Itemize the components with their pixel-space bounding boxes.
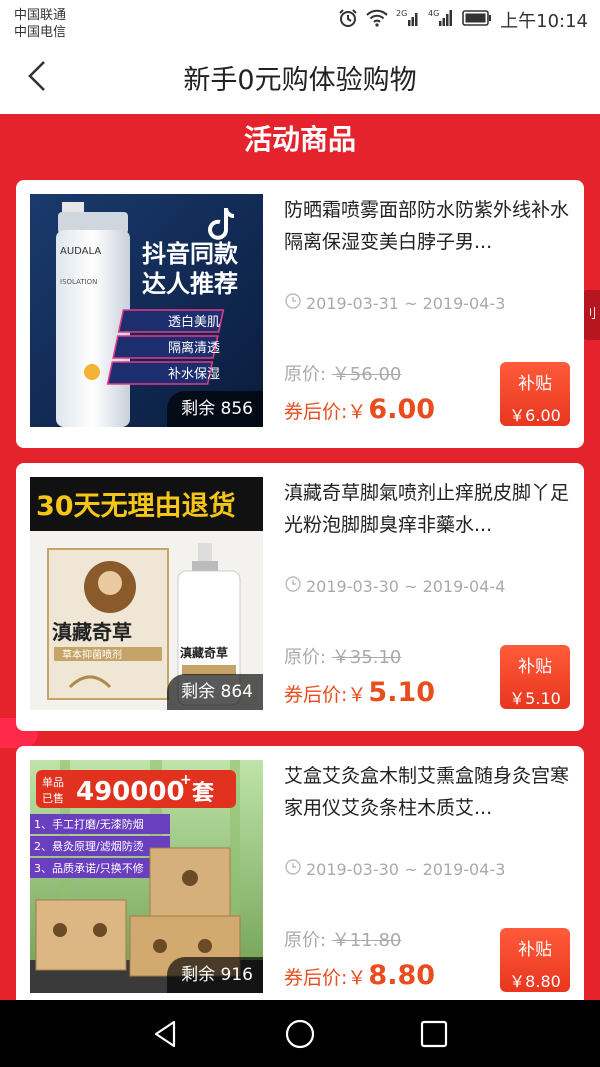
svg-text:达人推荐: 达人推荐 <box>142 270 238 298</box>
product-card-1[interactable]: AUDALA ISOLATION 抖音同款 达人推荐 透白美肌 隔离清透 补水保… <box>16 180 584 448</box>
svg-text:抖音同款: 抖音同款 <box>142 240 239 268</box>
svg-text:1、手工打磨/无漆防烟: 1、手工打磨/无漆防烟 <box>34 817 144 831</box>
svg-text:套: 套 <box>192 780 214 806</box>
date-range: 2019-03-30 ~ 2019-04-4 <box>306 576 506 596</box>
product-name[interactable]: 滇藏奇草脚氣喷剂止痒脱皮脚丫足光粉泡脚脚臭痒非藥水... <box>284 477 574 541</box>
signal-2g-icon: 2G <box>396 8 420 32</box>
stock-remaining: 剩余 916 <box>167 957 263 993</box>
alarm-icon <box>338 8 358 32</box>
product-name[interactable]: 防晒霜喷雾面部防水防紫外线补水隔离保湿变美白脖子男... <box>284 194 574 258</box>
carrier-2: 中国电信 <box>14 25 67 40</box>
battery-icon <box>462 10 492 30</box>
svg-text:3、品质承诺/只换不修: 3、品质承诺/只换不修 <box>34 861 144 875</box>
svg-text:草本抑菌喷剂: 草本抑菌喷剂 <box>62 648 122 661</box>
coupon-price: 券后价: ￥ 8.80 <box>284 960 436 991</box>
product-image-1[interactable]: AUDALA ISOLATION 抖音同款 达人推荐 透白美肌 隔离清透 补水保… <box>30 194 263 427</box>
wifi-icon <box>366 9 388 31</box>
clock-icon <box>284 858 302 880</box>
promo-date: 2019-03-31 ~ 2019-04-3 <box>284 292 505 314</box>
clock-icon <box>284 292 302 314</box>
signal-4g-icon: 4G <box>428 8 454 32</box>
status-time: 上午10:14 <box>500 11 588 32</box>
coupon-price: 券后价: ￥ 5.10 <box>284 677 436 708</box>
svg-text:透白美肌: 透白美肌 <box>168 314 220 330</box>
product-image-3[interactable]: 单品 已售 490000 + 套 1、手工打磨/无漆防烟 2、悬灸原理/滤烟防烫… <box>30 760 263 993</box>
status-icons: 2G 4G 上午10:14 <box>338 8 588 32</box>
promo-date: 2019-03-30 ~ 2019-04-4 <box>284 575 505 597</box>
coupon-price: 券后价: ￥ 6.00 <box>284 394 436 425</box>
section-title: 活动商品 <box>243 123 356 156</box>
svg-text:AUDALA: AUDALA <box>60 246 101 257</box>
home-circle-icon[interactable] <box>284 1018 316 1050</box>
svg-text:单品: 单品 <box>42 776 64 789</box>
date-range: 2019-03-30 ~ 2019-04-3 <box>306 859 506 879</box>
back-triangle-icon[interactable] <box>150 1018 182 1050</box>
svg-text:滇藏奇草: 滇藏奇草 <box>180 645 228 660</box>
svg-text:+: + <box>180 772 192 788</box>
svg-text:隔离清透: 隔离清透 <box>168 340 220 356</box>
svg-text:已售: 已售 <box>42 791 64 805</box>
svg-text:2G: 2G <box>396 9 407 18</box>
date-range: 2019-03-31 ~ 2019-04-3 <box>306 293 506 313</box>
svg-text:补水保湿: 补水保湿 <box>168 367 220 382</box>
subsidy-button[interactable]: 补贴 ￥6.00 <box>500 362 570 426</box>
svg-text:30天无理由退货: 30天无理由退货 <box>36 490 236 522</box>
system-nav-bar <box>0 1000 600 1067</box>
original-price: 原价: ￥56.00 <box>284 364 402 385</box>
promo-date: 2019-03-30 ~ 2019-04-3 <box>284 858 505 880</box>
product-name[interactable]: 艾盒艾灸盒木制艾熏盒随身灸宫寒家用仪艾灸条柱木质艾... <box>284 760 574 824</box>
product-image-2[interactable]: 30天无理由退货 滇藏奇草 草本抑菌喷剂 滇藏奇草 剩余 864 <box>30 477 263 710</box>
subsidy-button[interactable]: 补贴 ￥5.10 <box>500 645 570 709</box>
app-header: 新手0元购体验购物 <box>0 40 600 114</box>
svg-text:2、悬灸原理/滤烟防烫: 2、悬灸原理/滤烟防烫 <box>34 839 144 853</box>
original-price: 原价: ￥11.80 <box>284 930 402 951</box>
svg-text:4G: 4G <box>428 9 439 18</box>
svg-text:490000: 490000 <box>76 777 185 807</box>
product-card-2[interactable]: 30天无理由退货 滇藏奇草 草本抑菌喷剂 滇藏奇草 剩余 864 滇藏奇草脚氣喷… <box>16 463 584 731</box>
status-bar: 中国联通 中国电信 2G 4G 上午10:14 <box>0 0 600 40</box>
product-card-3[interactable]: 单品 已售 490000 + 套 1、手工打磨/无漆防烟 2、悬灸原理/滤烟防烫… <box>16 746 584 1000</box>
activity-list: 活动商品 刂 AUDALA ISOLATION 抖音同款 达人推荐 透白美肌 隔… <box>0 114 600 1000</box>
recents-square-icon[interactable] <box>418 1018 450 1050</box>
page-title: 新手0元购体验购物 <box>183 65 417 96</box>
stock-remaining: 剩余 864 <box>167 674 263 710</box>
svg-text:ISOLATION: ISOLATION <box>60 278 97 286</box>
original-price: 原价: ￥35.10 <box>284 647 402 668</box>
clock-icon <box>284 575 302 597</box>
subsidy-button[interactable]: 补贴 ￥8.80 <box>500 928 570 992</box>
stock-remaining: 剩余 856 <box>167 391 263 427</box>
svg-text:滇藏奇草: 滇藏奇草 <box>52 620 132 644</box>
